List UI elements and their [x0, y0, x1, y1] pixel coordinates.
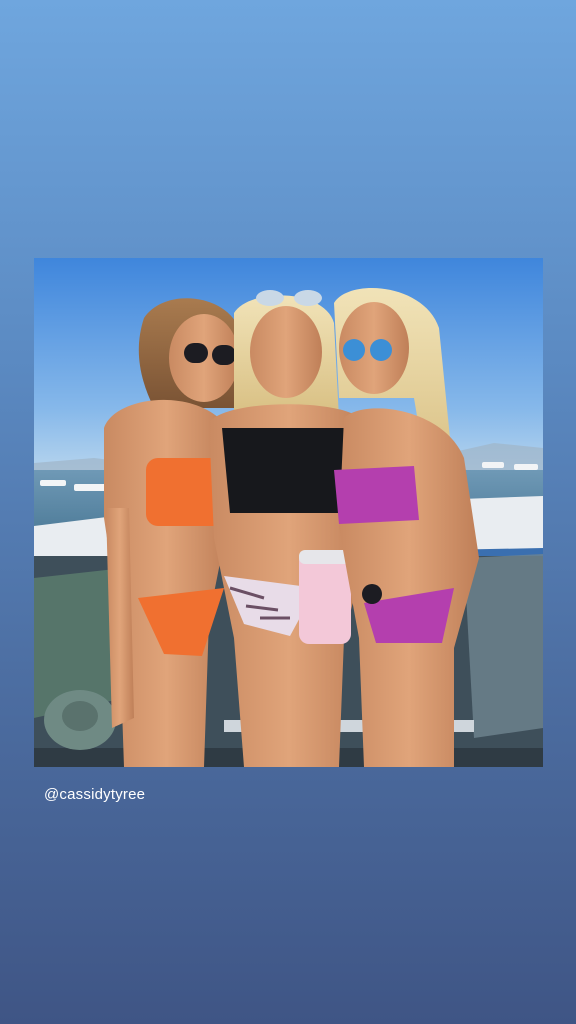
purple-top	[334, 466, 419, 524]
black-top	[222, 428, 352, 513]
story-photo[interactable]	[34, 258, 543, 767]
photo-illustration	[34, 258, 543, 767]
mention-tag[interactable]: @cassidytyree	[44, 786, 145, 803]
tumbler	[299, 550, 351, 644]
story-canvas: @cassidytyree	[0, 0, 576, 1024]
